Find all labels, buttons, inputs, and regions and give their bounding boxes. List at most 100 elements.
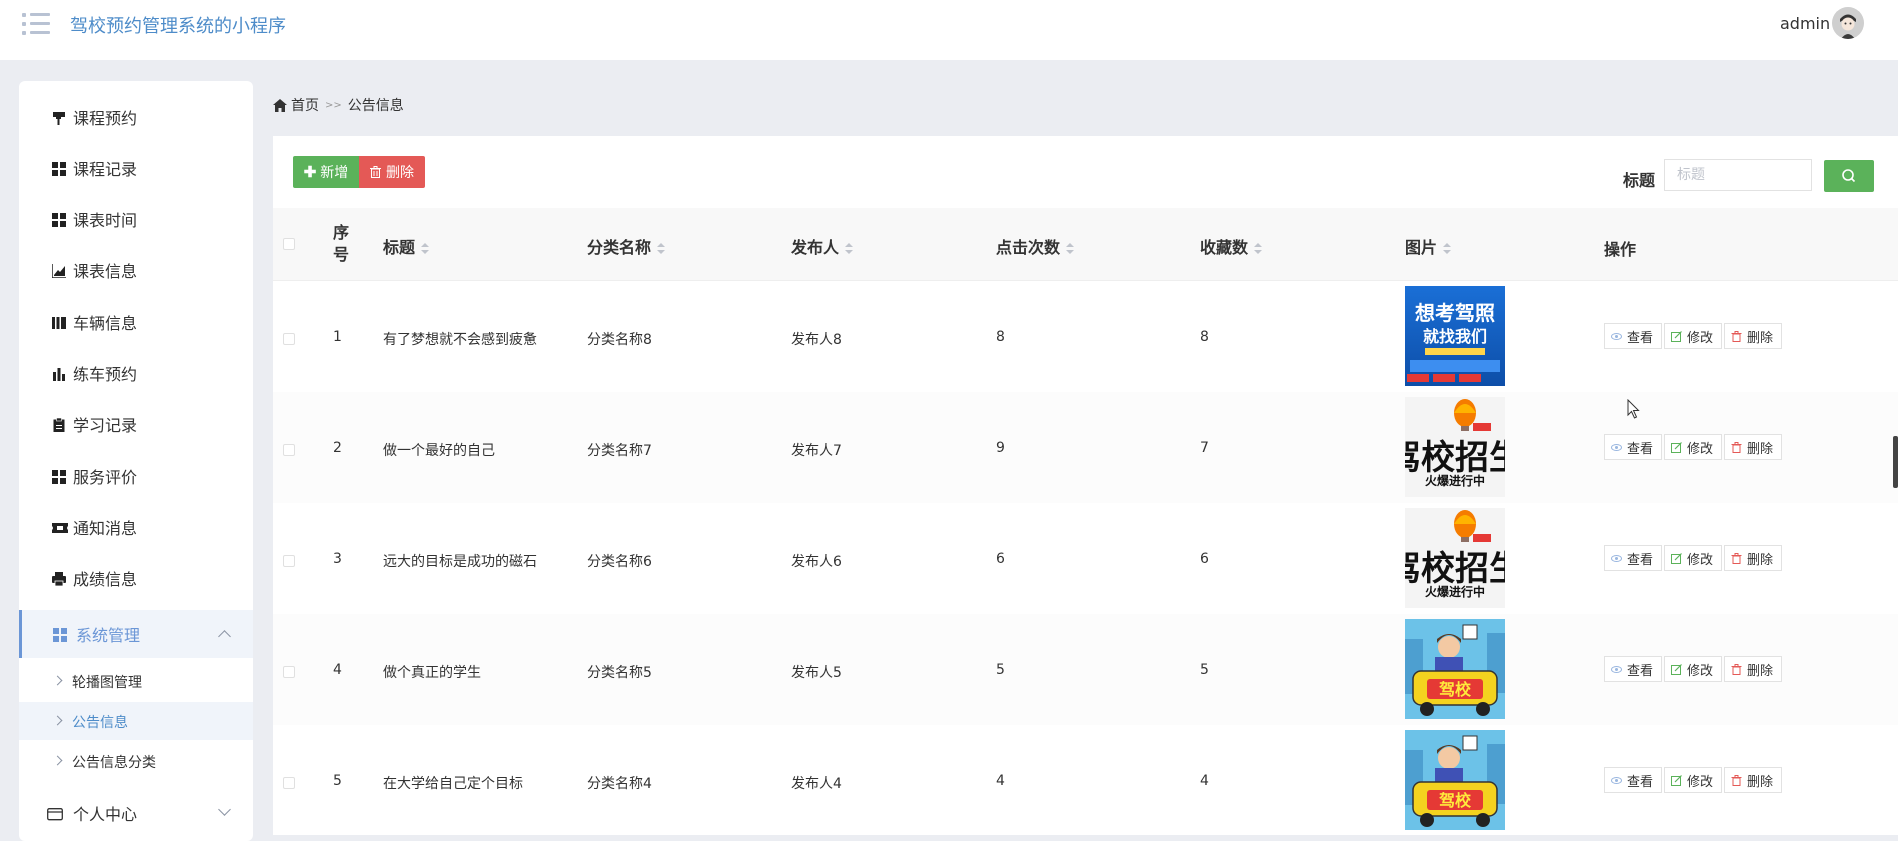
add-button-label: 新增 — [320, 164, 349, 180]
edit-label: 修改 — [1687, 441, 1714, 457]
menu-toggle-icon[interactable] — [22, 11, 50, 37]
sidebar-item[interactable]: 课表时间 — [19, 197, 253, 241]
breadcrumb: 首页 >> 公告信息 — [273, 95, 404, 115]
edit-button[interactable]: 修改 — [1664, 767, 1723, 793]
view-button[interactable]: 查看 — [1604, 434, 1663, 460]
row-image[interactable]: 驾校招生 火爆进行中 — [1405, 397, 1505, 497]
grid-icon — [52, 212, 66, 227]
sidebar-subitem-label: 公告信息 — [72, 715, 128, 731]
chevron-right-icon — [52, 675, 63, 686]
sort-icon[interactable] — [657, 242, 666, 255]
column-favorites[interactable]: 收藏数 — [1200, 234, 1263, 258]
search-input[interactable] — [1664, 159, 1812, 191]
column-image[interactable]: 图片 — [1405, 234, 1452, 258]
sidebar-item-label: 课程预约 — [73, 109, 138, 128]
row-category: 分类名称7 — [587, 443, 652, 459]
row-image[interactable]: 驾校招生 火爆进行中 — [1405, 508, 1505, 608]
bulk-delete-button[interactable]: 删除 — [359, 156, 425, 188]
edit-button[interactable]: 修改 — [1664, 545, 1723, 571]
eye-icon — [1611, 775, 1622, 786]
row-index: 1 — [333, 329, 342, 345]
sidebar-item[interactable]: 课程记录 — [19, 146, 253, 190]
column-title[interactable]: 标题 — [383, 234, 430, 258]
view-button[interactable]: 查看 — [1604, 767, 1663, 793]
eye-icon — [1611, 664, 1622, 675]
row-title: 做个真正的学生 — [383, 665, 481, 681]
row-title: 在大学给自己定个目标 — [383, 776, 523, 792]
edit-icon — [1671, 774, 1682, 786]
sidebar-item[interactable]: 车辆信息 — [19, 300, 253, 344]
edit-button[interactable]: 修改 — [1664, 323, 1723, 349]
row-category: 分类名称8 — [587, 332, 652, 348]
delete-button[interactable]: 删除 — [1724, 434, 1783, 460]
row-clicks: 8 — [996, 329, 1005, 345]
sidebar-subitem[interactable]: 公告信息 — [19, 702, 253, 740]
row-checkbox[interactable] — [283, 555, 295, 567]
content-panel: ✚ 新增 删除 标题 序号 标题 分类名称 发布人 点击次数 收藏数 图片 操作 — [273, 136, 1898, 835]
user-name[interactable]: admin — [1780, 14, 1830, 33]
sidebar-item[interactable]: 学习记录 — [19, 402, 253, 446]
view-button[interactable]: 查看 — [1604, 545, 1663, 571]
avatar[interactable] — [1832, 7, 1864, 39]
sidebar-item-label: 课程记录 — [73, 160, 138, 179]
edit-button[interactable]: 修改 — [1664, 434, 1723, 460]
scrollbar[interactable] — [1893, 436, 1898, 488]
row-image[interactable]: 想考驾照 就找我们 — [1405, 286, 1505, 386]
sort-icon[interactable] — [845, 242, 854, 255]
sidebar-group-label: 个人中心 — [73, 805, 138, 824]
column-publisher[interactable]: 发布人 — [791, 234, 854, 258]
row-image[interactable]: 驾校 — [1405, 730, 1505, 830]
sidebar-item[interactable]: 课表信息 — [19, 248, 253, 292]
view-button[interactable]: 查看 — [1604, 323, 1663, 349]
row-clicks: 4 — [996, 773, 1005, 789]
view-button[interactable]: 查看 — [1604, 656, 1663, 682]
sidebar-item[interactable]: 服务评价 — [19, 454, 253, 498]
delete-button[interactable]: 删除 — [1724, 656, 1783, 682]
edit-label: 修改 — [1687, 663, 1714, 679]
svg-text:驾校招生: 驾校招生 — [1405, 549, 1505, 589]
sort-icon[interactable] — [421, 242, 430, 255]
row-index: 2 — [333, 440, 342, 456]
breadcrumb-home[interactable]: 首页 — [291, 95, 319, 115]
row-favorites: 4 — [1200, 773, 1209, 789]
sort-icon[interactable] — [1066, 242, 1075, 255]
sidebar-group-personal[interactable]: 个人中心 — [19, 791, 253, 835]
edit-button[interactable]: 修改 — [1664, 656, 1723, 682]
add-button[interactable]: ✚ 新增 — [293, 156, 359, 188]
column-index: 序号 — [333, 223, 350, 264]
sidebar-item-label: 学习记录 — [73, 416, 138, 435]
search-button[interactable] — [1824, 160, 1874, 192]
row-actions: 查看 修改 删除 — [1604, 545, 1784, 571]
eye-icon — [1611, 553, 1622, 564]
sidebar-group-system[interactable]: 系统管理 — [19, 610, 253, 658]
sidebar-item[interactable]: 成绩信息 — [19, 556, 253, 600]
row-clicks: 6 — [996, 551, 1005, 567]
sidebar-item-label: 成绩信息 — [73, 570, 138, 589]
column-category[interactable]: 分类名称 — [587, 234, 666, 258]
delete-button[interactable]: 删除 — [1724, 323, 1783, 349]
sidebar-item-label: 服务评价 — [73, 468, 138, 487]
row-publisher: 发布人7 — [791, 443, 842, 459]
table-row: 3 远大的目标是成功的磁石 分类名称6 发布人6 6 6 驾校招生 火爆进行中 … — [273, 503, 1898, 614]
sort-icon[interactable] — [1254, 242, 1263, 255]
delete-button[interactable]: 删除 — [1724, 545, 1783, 571]
sidebar-item-label: 课表时间 — [73, 211, 138, 230]
sidebar-subitem[interactable]: 轮播图管理 — [19, 662, 253, 700]
view-label: 查看 — [1627, 552, 1654, 568]
line-chart-icon — [51, 263, 66, 279]
select-all-checkbox[interactable] — [283, 238, 295, 250]
sidebar-item[interactable]: 通知消息 — [19, 505, 253, 549]
sidebar-subitem[interactable]: 公告信息分类 — [19, 742, 253, 780]
row-image[interactable]: 驾校 — [1405, 619, 1505, 719]
sort-icon[interactable] — [1443, 242, 1452, 255]
column-clicks[interactable]: 点击次数 — [996, 234, 1075, 258]
row-checkbox[interactable] — [283, 444, 295, 456]
row-checkbox[interactable] — [283, 333, 295, 345]
sidebar-item[interactable]: 练车预约 — [19, 351, 253, 395]
sidebar-item-label: 课表信息 — [73, 262, 138, 281]
row-checkbox[interactable] — [283, 666, 295, 678]
delete-button[interactable]: 删除 — [1724, 767, 1783, 793]
trash-icon — [1731, 552, 1742, 564]
sidebar-item[interactable]: 课程预约 — [19, 95, 253, 139]
row-checkbox[interactable] — [283, 777, 295, 789]
